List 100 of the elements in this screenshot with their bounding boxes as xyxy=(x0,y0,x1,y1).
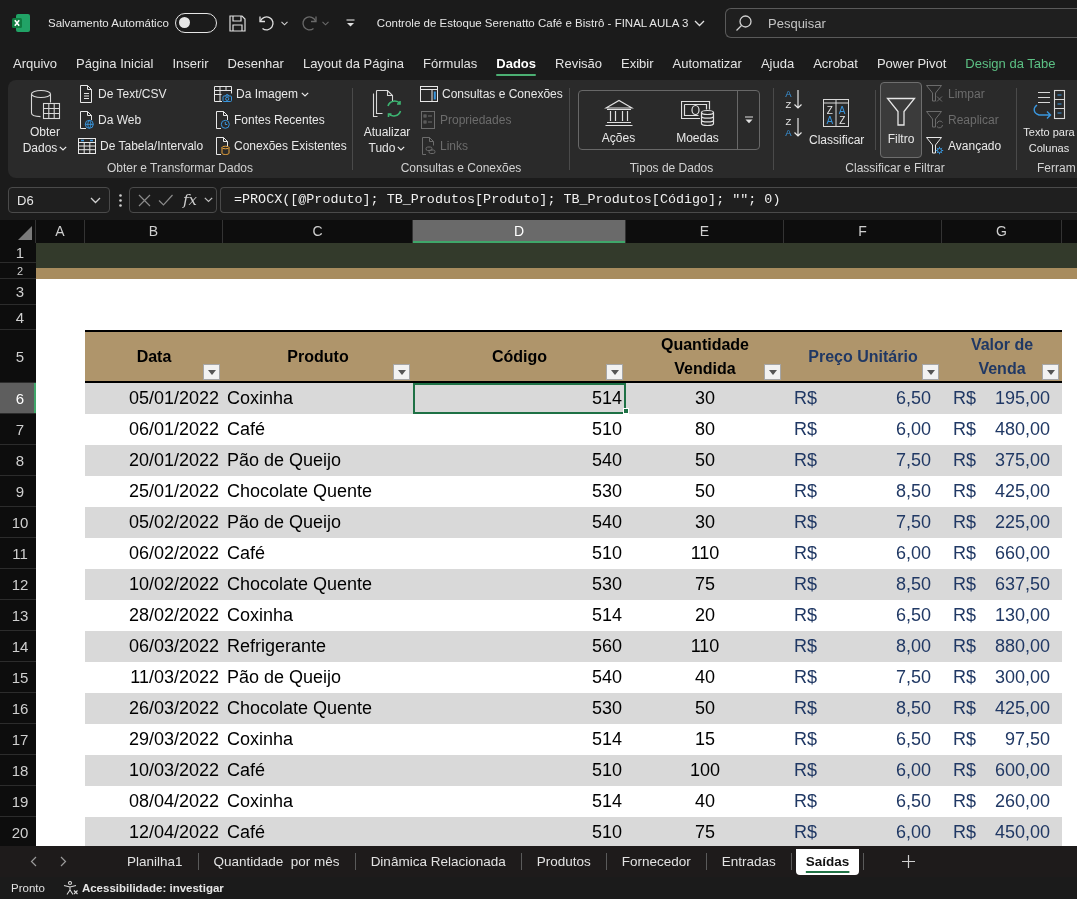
menu-tab[interactable]: Revisão xyxy=(545,46,612,80)
menu-tab[interactable]: Acrobat xyxy=(803,46,868,80)
row-header[interactable]: 18 xyxy=(0,755,36,786)
column-header[interactable]: D xyxy=(413,220,626,243)
get-data-button[interactable]: Obter Dados xyxy=(20,80,70,158)
advanced-filter-button[interactable]: Avançado xyxy=(926,133,1002,159)
check-icon[interactable] xyxy=(158,194,173,206)
chevron-left-icon[interactable] xyxy=(30,856,37,867)
table-cell-text: 15 xyxy=(694,728,716,751)
stocks-button[interactable]: Ações xyxy=(579,91,658,149)
customize-toolbar-icon[interactable] xyxy=(345,19,355,27)
sort-ascending-button[interactable]: A Z xyxy=(784,88,804,110)
menu-tab[interactable]: Exibir xyxy=(611,46,663,80)
sheet-tab[interactable]: Fornecedor xyxy=(606,848,706,875)
row-header[interactable]: 13 xyxy=(0,600,36,631)
document-title[interactable]: Controle de Estoque Serenatto Café e Bistrô - FINAL AULA 3 xyxy=(376,17,706,29)
filter-dropdown-button[interactable] xyxy=(922,364,939,380)
row-header[interactable]: 5 xyxy=(0,330,36,383)
row-header[interactable]: 7 xyxy=(0,414,36,445)
filter-dropdown-button[interactable] xyxy=(764,364,781,380)
sheet-tab[interactable]: Saídas xyxy=(795,848,860,875)
row-header[interactable]: 11 xyxy=(0,538,36,569)
menu-tab[interactable]: Ajuda xyxy=(751,46,804,80)
row-header[interactable]: 9 xyxy=(0,476,36,507)
row-header[interactable]: 6 xyxy=(0,383,36,414)
filter-button[interactable]: Filtro xyxy=(880,82,922,158)
caret-icon[interactable] xyxy=(204,197,213,203)
row-header[interactable]: 20 xyxy=(0,817,36,846)
menu-tab[interactable]: Power Pivot xyxy=(867,46,956,80)
table-cell-text: 25/01/2022 xyxy=(127,480,220,503)
existing-connections-button[interactable]: Conexões Existentes xyxy=(214,133,347,159)
sheet-tab[interactable]: Produtos xyxy=(521,848,606,875)
table-cell-text: 50 xyxy=(694,480,716,503)
sort-button[interactable]: Z A A Z Classificar xyxy=(808,80,864,158)
menu-tab[interactable]: Layout da Página xyxy=(293,46,414,80)
menu-tab[interactable]: Desenhar xyxy=(218,46,294,80)
from-text-csv-button[interactable]: De Text/CSV xyxy=(78,81,214,107)
table-camera-icon xyxy=(214,86,232,102)
row-header[interactable]: 8 xyxy=(0,445,36,476)
chevron-right-icon[interactable] xyxy=(60,856,67,867)
table-cell-text: 300,00 xyxy=(994,666,1050,689)
cancel-icon[interactable] xyxy=(138,193,151,207)
menu-tab[interactable]: Fórmulas xyxy=(413,46,487,80)
row-header[interactable]: 1 xyxy=(0,243,36,263)
recent-sources-button[interactable]: Fontes Recentes xyxy=(214,107,347,133)
menu-tab[interactable]: Arquivo xyxy=(3,46,67,80)
row-header[interactable]: 10 xyxy=(0,507,36,538)
currency-symbol: R$ xyxy=(794,573,817,596)
search-field[interactable]: Pesquisar xyxy=(725,8,1077,38)
sheet-tab[interactable]: Planilha1 xyxy=(112,848,198,875)
queries-connections-button[interactable]: Consultas e Conexões xyxy=(420,81,563,107)
from-table-button[interactable]: De Tabela/Intervalo xyxy=(78,133,214,159)
sheet-tab[interactable]: Quantidade por mês xyxy=(198,848,355,875)
redo-icon[interactable] xyxy=(300,15,318,31)
add-sheet-icon[interactable] xyxy=(902,855,916,868)
menu-tab[interactable]: Dados xyxy=(486,46,546,80)
sort-descending-button[interactable]: Z A xyxy=(784,116,804,138)
select-all-icon[interactable] xyxy=(18,226,32,240)
table-cell-text: 8,50 xyxy=(895,697,931,720)
currency-symbol: R$ xyxy=(794,418,817,441)
save-icon[interactable] xyxy=(228,14,246,32)
currencies-button[interactable]: Moedas xyxy=(658,91,737,149)
filter-dropdown-button[interactable] xyxy=(606,364,623,380)
currency-symbol: R$ xyxy=(794,604,817,627)
sheet-tab[interactable]: Dinâmica Relacionada xyxy=(355,848,521,875)
table-cell-text: 05/02/2022 xyxy=(127,511,220,534)
spreadsheet-app-icon[interactable] xyxy=(12,14,30,32)
from-image-button[interactable]: Da Imagem xyxy=(214,81,347,107)
table-icon xyxy=(78,138,96,154)
row-header[interactable]: 3 xyxy=(0,279,36,305)
filter-dropdown-button[interactable] xyxy=(203,364,220,380)
row-header[interactable]: 15 xyxy=(0,662,36,693)
row-header[interactable]: 14 xyxy=(0,631,36,662)
filter-dropdown-button[interactable] xyxy=(393,364,410,380)
text-to-columns-button[interactable]: Texto para Colunas xyxy=(1021,80,1077,158)
table-cell-text: Café xyxy=(226,821,267,844)
table-cell-text: Pão de Queijo xyxy=(226,666,343,689)
filter-dropdown-button[interactable] xyxy=(1042,364,1059,380)
formula-input[interactable]: =PROCX([@Produto]; TB_Produtos[Produto]; TB_Produtos[Código]; ""; 0) xyxy=(220,187,1077,213)
row-header[interactable]: 16 xyxy=(0,693,36,724)
sheet-tab[interactable]: Entradas xyxy=(706,848,791,875)
menu-tab[interactable]: Página Inicial xyxy=(66,46,163,80)
refresh-all-button[interactable]: Atualizar Tudo xyxy=(361,80,413,158)
insert-function-button[interactable]: fx xyxy=(183,191,197,209)
row-header[interactable]: 17 xyxy=(0,724,36,755)
accessibility-button[interactable]: Acessibilidade: investigar xyxy=(62,881,224,895)
fill-handle[interactable] xyxy=(623,408,629,414)
name-box[interactable]: D6 xyxy=(8,187,110,213)
from-web-button[interactable]: Da Web xyxy=(78,107,214,133)
row-header[interactable]: 12 xyxy=(0,569,36,600)
menu-tab[interactable]: Inserir xyxy=(162,46,219,80)
menu-tab[interactable]: Design da Tabe xyxy=(955,46,1065,80)
currency-symbol: R$ xyxy=(953,573,976,596)
row-header[interactable]: 4 xyxy=(0,305,36,330)
row-header[interactable]: 2 xyxy=(0,263,36,279)
menu-tab[interactable]: Automatizar xyxy=(663,46,752,80)
more-options-icon[interactable] xyxy=(119,193,122,207)
table-cell-text: 30 xyxy=(694,511,716,534)
undo-icon[interactable] xyxy=(257,15,275,31)
row-header[interactable]: 19 xyxy=(0,786,36,817)
